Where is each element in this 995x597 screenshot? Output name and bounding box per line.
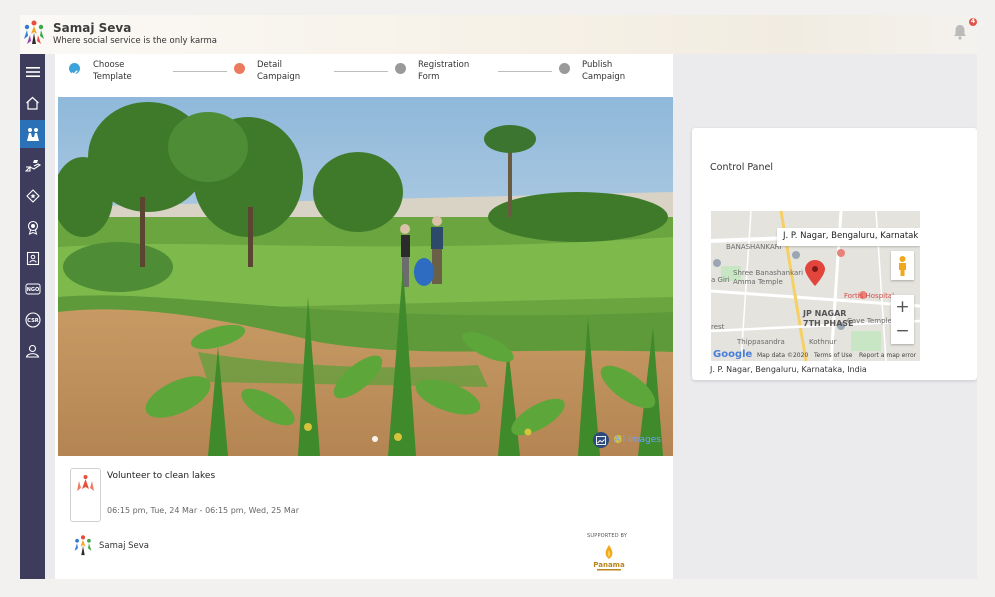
profile-icon	[25, 344, 40, 358]
svg-text:NGO: NGO	[26, 287, 39, 293]
organizer-logo[interactable]	[72, 534, 94, 556]
step-connector	[173, 71, 227, 72]
map-label: Shree Banashankari	[733, 269, 804, 277]
brand-title: Samaj Seva	[53, 21, 132, 35]
map-report-link[interactable]: Report a map error	[859, 352, 916, 359]
street-view-button[interactable]	[891, 251, 914, 280]
menu-icon	[25, 67, 40, 77]
sidebar-item-award[interactable]	[20, 213, 45, 241]
volunteer-hands-icon	[77, 475, 94, 491]
map-footer: Google Map data ©2020 Terms of Use Repor…	[711, 349, 920, 361]
google-logo: Google	[713, 349, 753, 360]
map-zoom-controls: + −	[891, 295, 914, 344]
zoom-out-button[interactable]: −	[891, 319, 914, 343]
notification-badge: 4	[969, 18, 977, 26]
step-3-label-line1: Registration	[418, 60, 470, 70]
campaign-stepper: Choose Template Detail Campaign Registra…	[55, 54, 673, 97]
all-images-label: All Images	[614, 435, 661, 445]
app-frame: Samaj Seva Where social service is the o…	[20, 15, 977, 579]
map-label: BANASHANKARI	[726, 243, 782, 251]
brand-subtitle: Where social service is the only karma	[53, 36, 217, 46]
control-panel-title: Control Panel	[710, 162, 773, 173]
event-title: Volunteer to clean lakes	[107, 471, 216, 481]
step-2-label-line2: Campaign	[257, 72, 301, 82]
step-1-label-line2: Template	[93, 72, 132, 82]
campaign-cover-image[interactable]: All Images	[58, 97, 673, 456]
sidebar-menu-toggle[interactable]	[20, 58, 45, 86]
map-label: Amma Temple	[733, 278, 783, 286]
award-icon	[27, 220, 38, 235]
control-panel-card: Control Panel BANASHANKARI Shree Banasha…	[692, 128, 977, 380]
sidebar-item-csr[interactable]: CSR	[20, 306, 45, 334]
map-label: Cave Temple	[847, 317, 892, 325]
map-terms-link[interactable]: Terms of Use	[814, 352, 852, 359]
step-connector	[498, 71, 552, 72]
step-detail-campaign[interactable]: Detail Campaign	[257, 59, 300, 83]
sidebar-item-user-card[interactable]	[20, 244, 45, 272]
volunteer-icon	[26, 127, 39, 141]
all-images-button[interactable]: All Images	[593, 432, 661, 448]
event-thumbnail[interactable]	[70, 468, 101, 522]
supported-by-label: SUPPORTED BY	[587, 533, 628, 539]
home-icon	[26, 96, 39, 110]
step-4-label-line2: Campaign	[582, 72, 626, 82]
step-3-label-line2: Form	[418, 72, 440, 82]
event-time: 06:15 pm, Tue, 24 Mar - 06:15 pm, Wed, 2…	[107, 506, 299, 515]
location-address: J. P. Nagar, Bengaluru, Karnataka, India	[710, 365, 867, 374]
step-1-check-icon[interactable]	[69, 63, 80, 76]
map-label: rest	[711, 323, 725, 331]
csr-icon: CSR	[24, 312, 41, 328]
svg-text:CSR: CSR	[27, 318, 39, 324]
app-header: Samaj Seva Where social service is the o…	[20, 15, 977, 54]
image-gallery-icon	[593, 432, 609, 448]
sidebar-item-ngo[interactable]: NGO	[20, 275, 45, 303]
pegman-icon	[899, 256, 906, 276]
organizer-name: Samaj Seva	[99, 541, 150, 551]
step-publish-campaign[interactable]: Publish Campaign	[582, 59, 625, 83]
map-label: Kothnur	[809, 338, 837, 346]
sidebar-item-donate[interactable]	[20, 151, 45, 179]
step-1-label-line1: Choose	[93, 60, 125, 70]
map-label: Thippasandra	[737, 338, 785, 346]
step-choose-template[interactable]: Choose Template	[93, 59, 132, 83]
sidebar-item-badge[interactable]	[20, 182, 45, 210]
map-label: 7TH PHASE	[803, 319, 854, 328]
step-2-dot[interactable]	[234, 63, 245, 74]
sidebar: NGO CSR	[20, 54, 45, 579]
step-4-label-line1: Publish	[582, 60, 613, 70]
svg-text:Panama: Panama	[593, 561, 625, 569]
step-registration-form[interactable]: Registration Form	[418, 59, 469, 83]
ngo-icon: NGO	[25, 283, 40, 295]
samaj-seva-logo[interactable]	[23, 19, 45, 45]
sidebar-item-profile[interactable]	[20, 337, 45, 365]
map-label: Fortis Hospital	[844, 292, 895, 300]
carousel-dot[interactable]	[372, 436, 378, 442]
bell-icon[interactable]	[951, 23, 969, 41]
step-connector	[334, 71, 388, 72]
sponsor-logo[interactable]: Panama	[592, 543, 626, 573]
sidebar-item-volunteer[interactable]	[20, 120, 45, 148]
map-label: a Giri	[711, 276, 730, 284]
map-label: JP NAGAR	[803, 309, 847, 318]
map-place-tooltip[interactable]: J. P. Nagar, Bengaluru, Karnatak	[777, 228, 920, 246]
map-data-credit: Map data ©2020	[757, 352, 809, 359]
sidebar-item-home[interactable]	[20, 89, 45, 117]
donate-hand-icon	[24, 160, 41, 172]
step-2-label-line1: Detail	[257, 60, 283, 70]
step-3-dot[interactable]	[395, 63, 406, 74]
location-map[interactable]: BANASHANKARI Shree Banashankari Amma Tem…	[711, 211, 920, 361]
step-4-dot[interactable]	[559, 63, 570, 74]
campaign-preview-panel: Choose Template Detail Campaign Registra…	[55, 54, 673, 579]
zoom-in-button[interactable]: +	[891, 295, 914, 319]
user-card-icon	[26, 251, 39, 265]
badge-icon	[25, 189, 40, 203]
lake-cleanup-photo	[58, 97, 673, 456]
